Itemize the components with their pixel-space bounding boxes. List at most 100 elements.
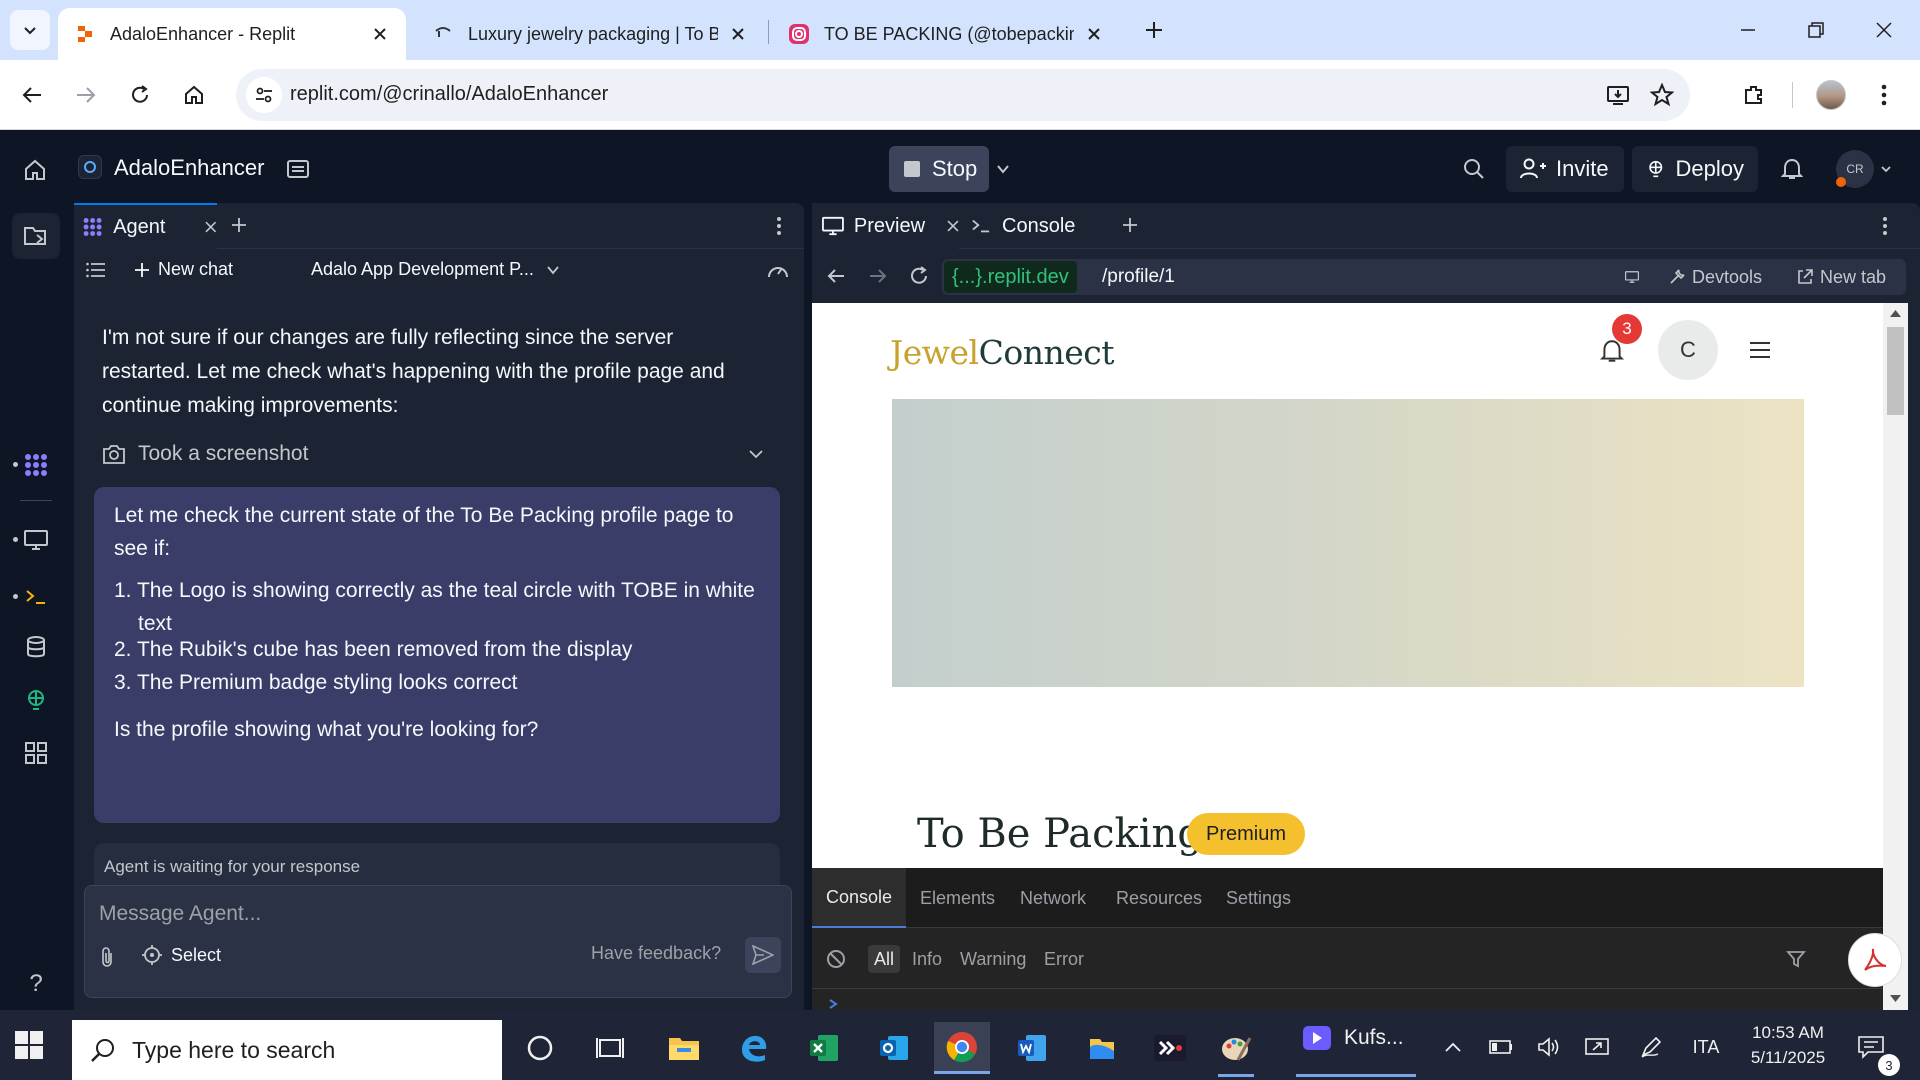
send-button[interactable] bbox=[745, 937, 781, 973]
preview-scrollbar[interactable] bbox=[1883, 303, 1908, 1010]
attach-paperclip-icon[interactable] bbox=[99, 946, 115, 968]
close-tab-icon[interactable] bbox=[726, 22, 750, 46]
close-tab-icon[interactable] bbox=[947, 220, 959, 232]
deployments-icon[interactable] bbox=[20, 684, 52, 716]
display-share-icon[interactable] bbox=[1582, 1032, 1612, 1062]
tab-preview[interactable]: Preview bbox=[812, 203, 959, 249]
app-name[interactable]: AdaloEnhancer bbox=[114, 155, 264, 181]
filter-all[interactable]: All bbox=[868, 945, 901, 973]
chrome-icon[interactable] bbox=[934, 1022, 990, 1074]
hamburger-menu-icon[interactable] bbox=[1748, 339, 1772, 361]
home-icon[interactable] bbox=[176, 77, 212, 113]
devtools-tab-resources[interactable]: Resources bbox=[1102, 868, 1216, 928]
usage-gauge-icon[interactable] bbox=[766, 261, 790, 281]
taskbar-app-kufs[interactable]: Kufs... bbox=[1302, 1024, 1404, 1052]
windows-start-icon[interactable] bbox=[14, 1030, 44, 1060]
chat-history-list-icon[interactable] bbox=[86, 261, 106, 279]
reload-icon[interactable] bbox=[908, 265, 930, 287]
restore-icon[interactable] bbox=[1792, 10, 1840, 50]
message-composer[interactable]: Message Agent... Select Have feedback? bbox=[84, 885, 792, 998]
select-element-button[interactable]: Select bbox=[141, 944, 221, 966]
all-tools-grid-icon[interactable] bbox=[20, 737, 52, 769]
outlook-icon[interactable] bbox=[866, 1022, 922, 1074]
scroll-up-icon[interactable] bbox=[1890, 309, 1901, 317]
paint-icon[interactable] bbox=[1208, 1022, 1264, 1074]
tab-agent[interactable]: Agent bbox=[74, 203, 217, 249]
media-app-icon[interactable] bbox=[1142, 1022, 1198, 1074]
add-tab-plus-icon[interactable] bbox=[1121, 216, 1139, 234]
clear-console-icon[interactable] bbox=[826, 949, 846, 969]
tab-search-button[interactable] bbox=[10, 10, 50, 50]
user-menu-chevron-icon[interactable] bbox=[1878, 161, 1894, 177]
devtools-tab-elements[interactable]: Elements bbox=[906, 868, 1009, 928]
files-icon[interactable] bbox=[20, 220, 52, 252]
pdf-reader-icon[interactable] bbox=[1848, 933, 1902, 987]
scrollbar-thumb[interactable] bbox=[1887, 327, 1904, 415]
word-icon[interactable] bbox=[1004, 1022, 1060, 1074]
volume-icon[interactable] bbox=[1534, 1032, 1564, 1062]
browser-menu-icon[interactable] bbox=[1866, 77, 1902, 113]
files-app-icon[interactable] bbox=[1074, 1022, 1130, 1074]
file-explorer-icon[interactable] bbox=[656, 1022, 712, 1074]
close-tab-icon[interactable] bbox=[205, 221, 217, 233]
reload-icon[interactable] bbox=[122, 77, 158, 113]
scroll-down-icon[interactable] bbox=[1890, 995, 1901, 1003]
new-tab-plus-icon[interactable] bbox=[1138, 14, 1170, 46]
back-arrow-icon[interactable] bbox=[826, 267, 846, 285]
edge-legacy-icon[interactable] bbox=[726, 1022, 782, 1074]
notifications-bell-icon[interactable] bbox=[1776, 153, 1808, 185]
shell-icon[interactable] bbox=[20, 581, 52, 613]
app-info-icon[interactable] bbox=[284, 155, 312, 183]
filter-error[interactable]: Error bbox=[1038, 945, 1090, 973]
database-icon[interactable] bbox=[20, 631, 52, 663]
panel-menu-icon[interactable] bbox=[776, 216, 782, 236]
bookmark-star-icon[interactable] bbox=[1648, 81, 1676, 109]
forward-arrow-icon[interactable] bbox=[68, 77, 104, 113]
devtools-tab-network[interactable]: Network bbox=[1006, 868, 1100, 928]
battery-icon[interactable] bbox=[1486, 1032, 1516, 1062]
extensions-icon[interactable] bbox=[1736, 77, 1772, 113]
device-preview-button[interactable] bbox=[1618, 259, 1652, 295]
user-avatar[interactable]: C bbox=[1658, 320, 1718, 380]
add-tab-plus-icon[interactable] bbox=[230, 216, 248, 234]
excel-icon[interactable] bbox=[796, 1022, 852, 1074]
chat-title-dropdown[interactable]: Adalo App Development P... bbox=[311, 259, 560, 280]
home-icon[interactable] bbox=[20, 155, 50, 185]
close-tab-icon[interactable] bbox=[1082, 22, 1106, 46]
devtools-tab-settings[interactable]: Settings bbox=[1212, 868, 1305, 928]
browser-profile-avatar[interactable] bbox=[1816, 80, 1846, 110]
screenshot-action-row[interactable]: Took a screenshot bbox=[102, 436, 772, 472]
site-logo[interactable]: JewelConnect bbox=[890, 333, 1115, 372]
cortana-icon[interactable] bbox=[512, 1022, 568, 1074]
message-input[interactable]: Message Agent... bbox=[99, 902, 261, 926]
site-settings-icon[interactable] bbox=[246, 77, 282, 113]
install-app-icon[interactable] bbox=[1604, 81, 1632, 109]
address-url[interactable]: replit.com/@crinallo/AdaloEnhancer bbox=[290, 83, 608, 106]
browser-tab-replit[interactable]: AdaloEnhancer - Replit bbox=[58, 8, 406, 60]
filter-warning[interactable]: Warning bbox=[954, 945, 1032, 973]
forward-arrow-icon[interactable] bbox=[868, 267, 888, 285]
deploy-button[interactable]: Deploy bbox=[1632, 146, 1758, 192]
minimize-icon[interactable] bbox=[1724, 10, 1772, 50]
invite-button[interactable]: Invite bbox=[1506, 146, 1624, 192]
new-tab-button[interactable]: New tab bbox=[1786, 259, 1906, 295]
search-icon[interactable] bbox=[1458, 153, 1490, 185]
devtools-button[interactable]: Devtools bbox=[1658, 259, 1778, 295]
run-options-chevron-icon[interactable] bbox=[992, 157, 1014, 181]
filter-info[interactable]: Info bbox=[906, 945, 948, 973]
show-hidden-icons-chevron-icon[interactable] bbox=[1438, 1032, 1468, 1062]
task-view-icon[interactable] bbox=[582, 1022, 638, 1074]
taskbar-search-box[interactable]: Type here to search bbox=[72, 1020, 502, 1080]
pen-icon[interactable] bbox=[1636, 1032, 1666, 1062]
input-language[interactable]: ITA bbox=[1688, 1032, 1724, 1062]
feedback-link[interactable]: Have feedback? bbox=[591, 943, 721, 964]
tab-console[interactable]: Console bbox=[960, 203, 1108, 249]
panel-menu-icon[interactable] bbox=[1882, 216, 1888, 236]
browser-tab-instagram[interactable]: TO BE PACKING (@tobepacking bbox=[772, 8, 1120, 60]
preview-monitor-icon[interactable] bbox=[20, 524, 52, 556]
help-icon[interactable]: ? bbox=[22, 970, 50, 998]
browser-tab-jewelry[interactable]: Luxury jewelry packaging | To Be bbox=[416, 8, 764, 60]
devtools-tab-console[interactable]: Console bbox=[812, 868, 906, 928]
console-prompt-chevron-icon[interactable] bbox=[828, 998, 840, 1010]
close-tab-icon[interactable] bbox=[368, 22, 392, 46]
